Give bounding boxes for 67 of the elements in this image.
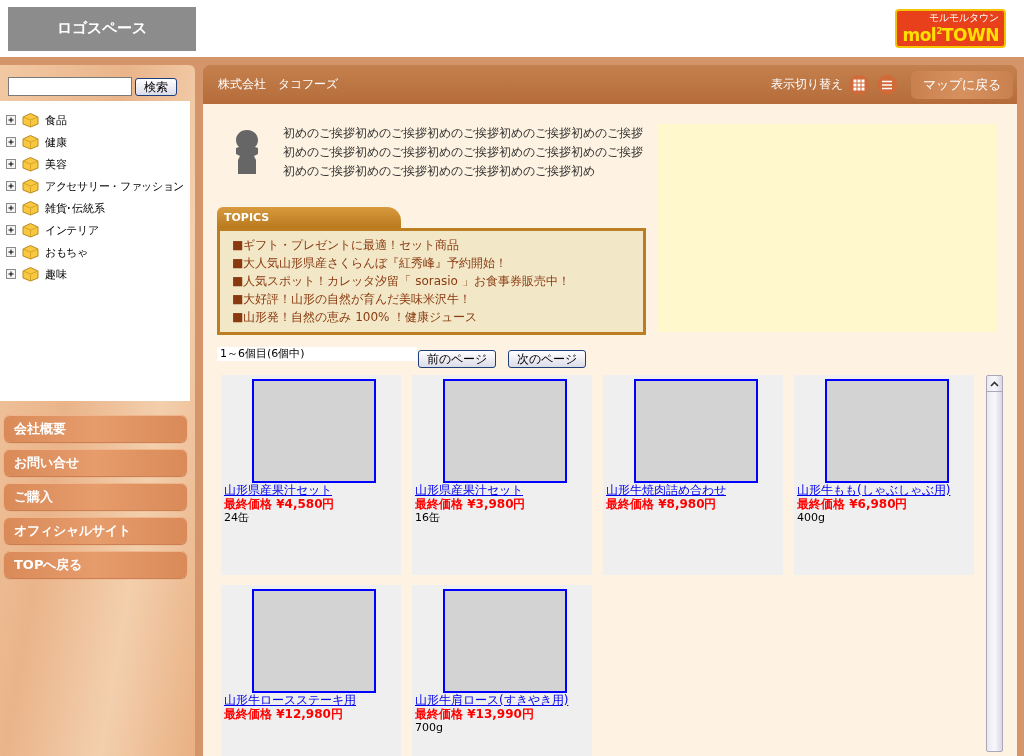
product-image-placeholder[interactable] (252, 379, 376, 483)
scrollbar[interactable] (986, 375, 1003, 752)
category-item[interactable]: 雑貨･伝統系 (45, 200, 105, 216)
product-price: 最終価格 ¥6,980円 (797, 497, 909, 511)
product-price: 最終価格 ¥3,980円 (415, 497, 527, 511)
greeting-text: 初めのご挨拶初めのご挨拶初めのご挨拶初めのご挨拶初めのご挨拶初めのご挨拶初めのご挨拶初めのご挨拶初めのご挨拶初めのご挨拶初めのご挨拶初めのご挨拶初めのご挨拶初めのご挨拶初め (283, 125, 644, 180)
product-quantity: 400g (797, 511, 826, 524)
topic-link[interactable]: ■山形発！自然の恵み 100% ！健康ジュース (232, 309, 644, 326)
topic-link[interactable]: ■大好評！山形の自然が育んだ美味米沢牛！ (232, 291, 644, 308)
product-link[interactable]: 山形牛肩ロース(すきやき用) (415, 694, 589, 707)
product-image-placeholder[interactable] (825, 379, 949, 483)
product-image-placeholder[interactable] (443, 589, 567, 693)
box-icon (22, 244, 39, 260)
expand-icon[interactable] (6, 225, 16, 235)
box-icon (22, 200, 39, 216)
product-link[interactable]: 山形牛焼肉詰め合わせ (606, 484, 780, 497)
category-item[interactable]: 趣味 (45, 266, 67, 282)
product-link[interactable]: 山形県産果汁セット (224, 484, 398, 497)
expand-icon[interactable] (6, 203, 16, 213)
box-icon (22, 222, 39, 238)
product-link[interactable]: 山形牛ロースステーキ用 (224, 694, 398, 707)
category-item[interactable]: インテリア (45, 222, 99, 238)
box-icon (22, 156, 39, 172)
product-quantity: 16缶 (415, 511, 441, 524)
expand-icon[interactable] (6, 269, 16, 279)
expand-icon[interactable] (6, 137, 16, 147)
expand-icon[interactable] (6, 159, 16, 169)
list-view-icon[interactable] (877, 74, 897, 95)
category-item[interactable]: 美容 (45, 156, 67, 172)
view-toggle-label: 表示切り替え (771, 76, 843, 93)
expand-icon[interactable] (6, 181, 16, 191)
product-price: 最終価格 ¥4,580円 (224, 497, 336, 511)
brand-tagline: モルモルタウン (929, 12, 999, 24)
expand-icon[interactable] (6, 247, 16, 257)
product-price: 最終価格 ¥8,980円 (606, 497, 718, 511)
product-quantity: 24缶 (224, 511, 250, 524)
product-link[interactable]: 山形県産果汁セット (415, 484, 589, 497)
product-link[interactable]: 山形牛もも(しゃぶしゃぶ用) (797, 484, 971, 497)
search-button[interactable]: 検索 (135, 77, 177, 96)
box-icon (22, 178, 39, 194)
product-price: 最終価格 ¥13,990円 (415, 707, 535, 721)
result-count: 1～6個目(6個中) (217, 347, 417, 361)
product-image-placeholder[interactable] (443, 379, 567, 483)
search-field[interactable] (8, 77, 132, 96)
brand-logo[interactable]: モルモルタウン mol$^{2}$TOWN (895, 9, 1006, 48)
box-icon (22, 134, 39, 150)
category-item[interactable]: 健康 (45, 134, 67, 150)
box-icon (22, 112, 39, 128)
category-item[interactable]: アクセサリー・ファッション (45, 178, 185, 194)
category-item[interactable]: 食品 (45, 112, 67, 128)
company-name: 株式会社 タコフーズ (218, 76, 338, 93)
product-quantity: 700g (415, 721, 444, 734)
logo-text: ロゴスペース (57, 19, 147, 38)
box-icon (22, 266, 39, 282)
category-item[interactable]: おもちゃ (45, 244, 88, 260)
product-image-placeholder[interactable] (634, 379, 758, 483)
topic-link[interactable]: ■人気スポット！カレッタ汐留「 sorasio 」お食事券販売中！ (232, 273, 644, 290)
grid-view-icon[interactable] (849, 74, 869, 95)
topics-title: TOPICS (217, 207, 401, 228)
expand-icon[interactable] (6, 115, 16, 125)
previous-page-button[interactable]: 前のページ (418, 350, 496, 368)
product-price: 最終価格 ¥12,980円 (224, 707, 344, 721)
topic-link[interactable]: ■ギフト・プレゼントに最適！セット商品 (232, 237, 644, 254)
topic-link[interactable]: ■大人気山形県産さくらんぼ『紅秀峰』予約開始！ (232, 255, 644, 272)
next-page-button[interactable]: 次のページ (508, 350, 586, 368)
scroll-up-icon[interactable] (990, 380, 999, 387)
product-image-placeholder[interactable] (252, 589, 376, 693)
